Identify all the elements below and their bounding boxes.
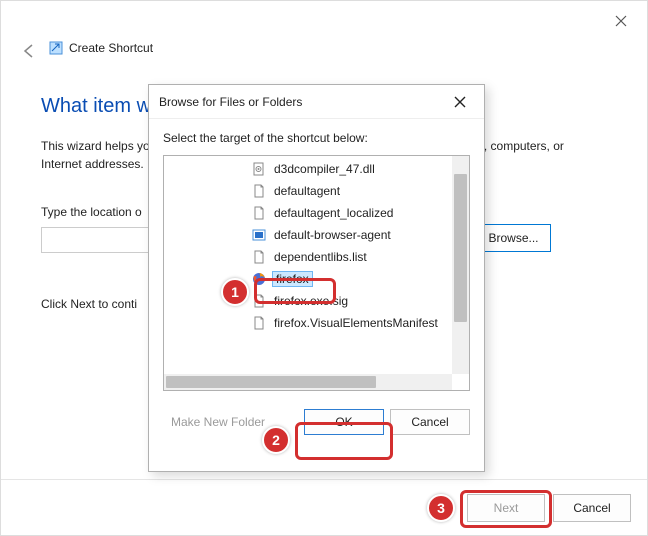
close-icon <box>615 15 627 27</box>
browse-dialog: Browse for Files or Folders Select the t… <box>148 84 485 472</box>
file-list[interactable]: d3dcompiler_47.dll defaultagent defaultage… <box>164 158 452 374</box>
file-icon <box>252 206 266 220</box>
file-label: defaultagent_localized <box>272 206 395 220</box>
file-item[interactable]: defaultagent <box>164 180 452 202</box>
annotation-marker-3: 3 <box>427 494 455 522</box>
exe-icon <box>252 228 266 242</box>
dialog-close-button[interactable] <box>446 88 474 116</box>
next-button[interactable]: Next <box>467 494 545 522</box>
file-item[interactable]: defaultagent_localized <box>164 202 452 224</box>
wizard-heading: What item wo <box>41 95 162 118</box>
browse-button[interactable]: Browse... <box>476 224 551 252</box>
horizontal-scroll-thumb[interactable] <box>166 376 376 388</box>
file-item[interactable]: dependentlibs.list <box>164 246 452 268</box>
make-new-folder-button: Make New Folder <box>163 409 273 435</box>
file-label: dependentlibs.list <box>272 250 369 264</box>
file-item[interactable]: d3dcompiler_47.dll <box>164 158 452 180</box>
file-item-selected[interactable]: firefox <box>164 268 452 290</box>
wizard-footer: Next Cancel <box>1 479 647 535</box>
wizard-close-button[interactable] <box>611 11 631 31</box>
annotation-marker-1: 1 <box>221 278 249 306</box>
ok-button[interactable]: OK <box>304 409 384 435</box>
dialog-titlebar: Browse for Files or Folders <box>149 85 484 119</box>
arrow-left-icon <box>21 43 37 59</box>
file-icon <box>252 250 266 264</box>
wizard-hint: Click Next to conti <box>41 297 137 311</box>
file-icon <box>252 184 266 198</box>
file-item[interactable]: firefox.exe.sig <box>164 290 452 312</box>
annotation-marker-2: 2 <box>262 426 290 454</box>
dll-icon <box>252 162 266 176</box>
file-label: firefox.exe.sig <box>272 294 350 308</box>
dialog-title: Browse for Files or Folders <box>159 95 302 109</box>
dialog-cancel-button[interactable]: Cancel <box>390 409 470 435</box>
file-item[interactable]: firefox.VisualElementsManifest <box>164 312 452 334</box>
file-label: default-browser-agent <box>272 228 393 242</box>
cancel-button[interactable]: Cancel <box>553 494 631 522</box>
shortcut-wizard-icon <box>49 41 63 55</box>
location-label: Type the location o <box>41 205 142 219</box>
firefox-icon <box>252 272 266 286</box>
file-item[interactable]: default-browser-agent <box>164 224 452 246</box>
file-label: firefox <box>272 271 313 287</box>
file-label: defaultagent <box>272 184 342 198</box>
back-button[interactable] <box>19 41 39 61</box>
wizard-title: Create Shortcut <box>69 41 153 55</box>
dialog-instruction: Select the target of the shortcut below: <box>149 119 484 155</box>
horizontal-scrollbar[interactable] <box>164 374 452 390</box>
dialog-button-row: Make New Folder OK Cancel <box>149 391 484 435</box>
file-icon <box>252 294 266 308</box>
file-icon <box>252 316 266 330</box>
file-label: d3dcompiler_47.dll <box>272 162 377 176</box>
file-tree: d3dcompiler_47.dll defaultagent defaultage… <box>163 155 470 391</box>
file-label: firefox.VisualElementsManifest <box>272 316 440 330</box>
vertical-scroll-thumb[interactable] <box>454 174 467 322</box>
vertical-scrollbar[interactable] <box>452 156 469 374</box>
close-icon <box>454 96 466 108</box>
